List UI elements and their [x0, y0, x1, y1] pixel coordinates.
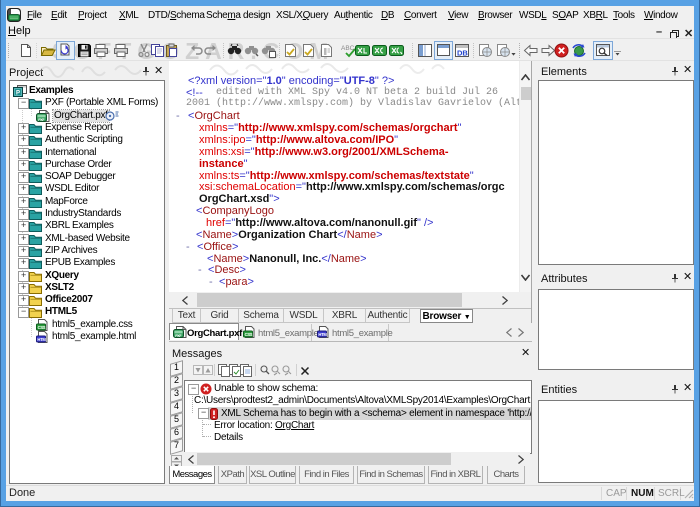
svg-text:CSS: CSS	[245, 332, 253, 337]
svg-text:HTM: HTM	[37, 337, 46, 342]
svg-text:CSS: CSS	[38, 325, 46, 330]
svg-text:HTM: HTM	[318, 332, 327, 337]
svg-text:P: P	[16, 91, 20, 97]
